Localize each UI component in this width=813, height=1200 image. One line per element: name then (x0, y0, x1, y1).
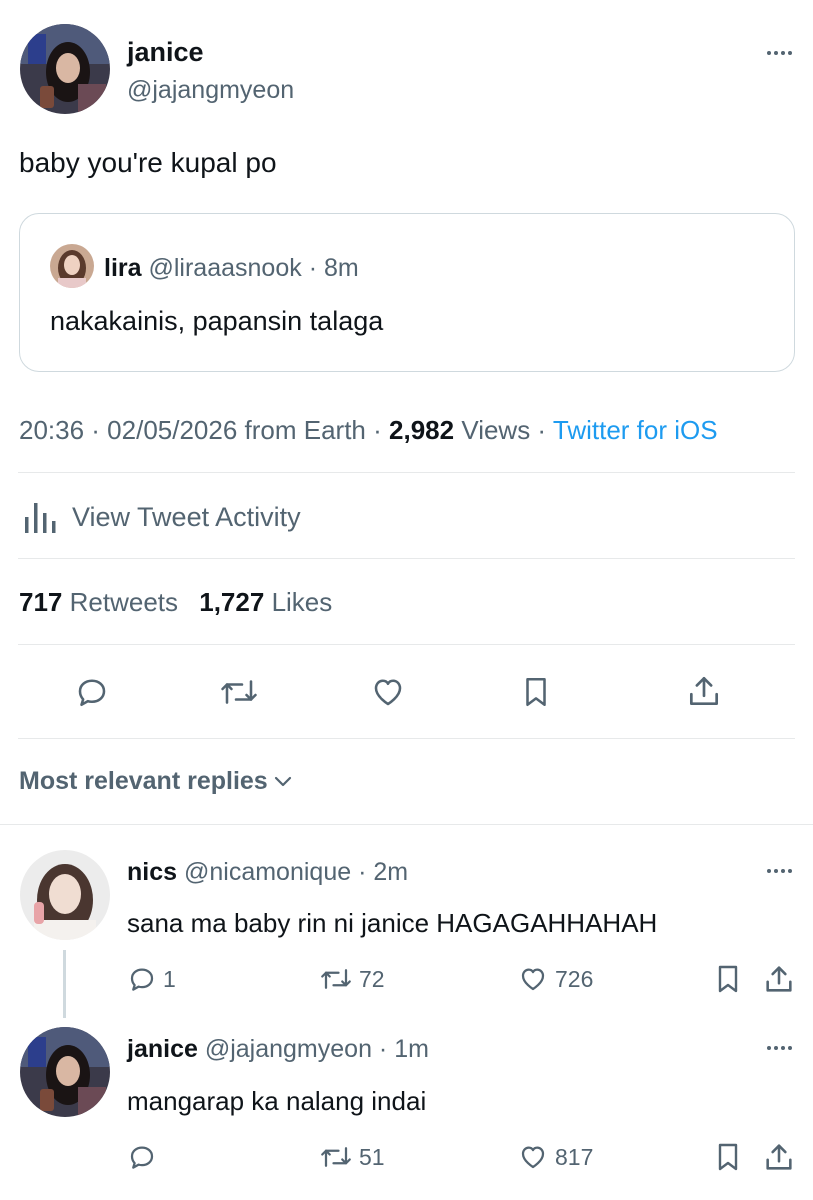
more-icon[interactable] (767, 1046, 792, 1050)
tweet-text: baby you're kupal po (19, 147, 277, 178)
like-action-button[interactable]: 817 (517, 1142, 593, 1172)
replies-sort-dropdown[interactable]: Most relevant replies (19, 767, 293, 796)
reply-icon (127, 1142, 157, 1172)
likes-label: Likes (271, 587, 333, 617)
replies-sort-label: Most relevant replies (19, 767, 268, 795)
reply-time: · 1m (378, 1035, 429, 1063)
retweets-label: Retweets (69, 587, 179, 617)
author-avatar[interactable] (20, 24, 110, 114)
retweet-action-button[interactable]: 51 (319, 1142, 385, 1172)
divider (18, 644, 795, 645)
reply-author-name[interactable]: nics (127, 858, 177, 886)
more-icon[interactable] (767, 51, 792, 55)
share-icon[interactable] (685, 672, 723, 710)
reply-action-button[interactable] (127, 1142, 163, 1172)
more-icon[interactable] (767, 869, 792, 873)
quote-author-name: lira (104, 254, 142, 282)
like-count: 726 (555, 965, 594, 992)
bookmark-icon[interactable] (519, 674, 553, 710)
retweet-action-button[interactable]: 72 (319, 964, 385, 994)
retweet-icon (319, 1142, 353, 1172)
retweets-stat[interactable]: 717 Retweets (19, 587, 185, 617)
reply-icon[interactable] (74, 674, 110, 710)
divider (18, 738, 795, 739)
like-icon[interactable] (369, 674, 407, 710)
tweet-source-link[interactable]: Twitter for iOS (553, 415, 718, 445)
reply-author-handle[interactable]: @jajangmyeon (205, 1035, 372, 1063)
likes-count: 1,727 (199, 587, 265, 617)
quote-tweet-card[interactable]: lira @liraaasnook · 8m nakakainis, papan… (19, 213, 795, 372)
reply-icon (127, 964, 157, 994)
replies-divider (0, 824, 813, 825)
divider (18, 472, 795, 473)
reply-text: sana ma baby rin ni janice HAGAGAHHAHAH (127, 908, 658, 938)
bookmark-icon[interactable] (712, 962, 744, 996)
like-icon (517, 1142, 549, 1172)
quote-author-handle: @liraaasnook (148, 254, 302, 282)
analytics-icon (24, 499, 58, 535)
retweets-count: 717 (19, 587, 63, 617)
views-label: Views · (461, 415, 547, 445)
reply-avatar[interactable] (20, 850, 110, 940)
likes-stat[interactable]: 1,727 Likes (199, 587, 332, 617)
like-action-button[interactable]: 726 (517, 964, 593, 994)
retweet-icon[interactable] (219, 674, 259, 710)
quote-time: · 8m (308, 254, 359, 282)
reply-action-button[interactable]: 1 (127, 964, 176, 994)
reply-time: · 2m (358, 858, 409, 886)
share-icon[interactable] (762, 1140, 796, 1174)
reply-avatar[interactable] (20, 1027, 110, 1117)
reply-count: 1 (163, 965, 176, 992)
author-name[interactable]: janice (127, 37, 204, 68)
reply-author-name[interactable]: janice (127, 1035, 198, 1063)
retweet-count: 72 (359, 965, 385, 992)
retweet-count: 51 (359, 1143, 385, 1170)
chevron-down-icon (273, 775, 293, 789)
quote-author-avatar (50, 244, 94, 288)
reply-thread-line (63, 950, 66, 1018)
author-handle[interactable]: @jajangmyeon (127, 76, 294, 105)
divider (18, 558, 795, 559)
share-icon[interactable] (762, 962, 796, 996)
view-tweet-activity-button[interactable]: View Tweet Activity (24, 497, 301, 537)
retweet-icon (319, 964, 353, 994)
like-count: 817 (555, 1143, 594, 1170)
view-tweet-activity-label: View Tweet Activity (72, 501, 301, 532)
reply-author-handle[interactable]: @nicamonique (184, 858, 351, 886)
reply-text: mangarap ka nalang indai (127, 1086, 427, 1116)
tweet-timestamp: 20:36 · 02/05/2026 from Earth · (19, 415, 382, 445)
like-icon (517, 964, 549, 994)
views-count: 2,982 (389, 415, 455, 445)
bookmark-icon[interactable] (712, 1140, 744, 1174)
quote-text: nakakainis, papansin talaga (50, 306, 384, 336)
